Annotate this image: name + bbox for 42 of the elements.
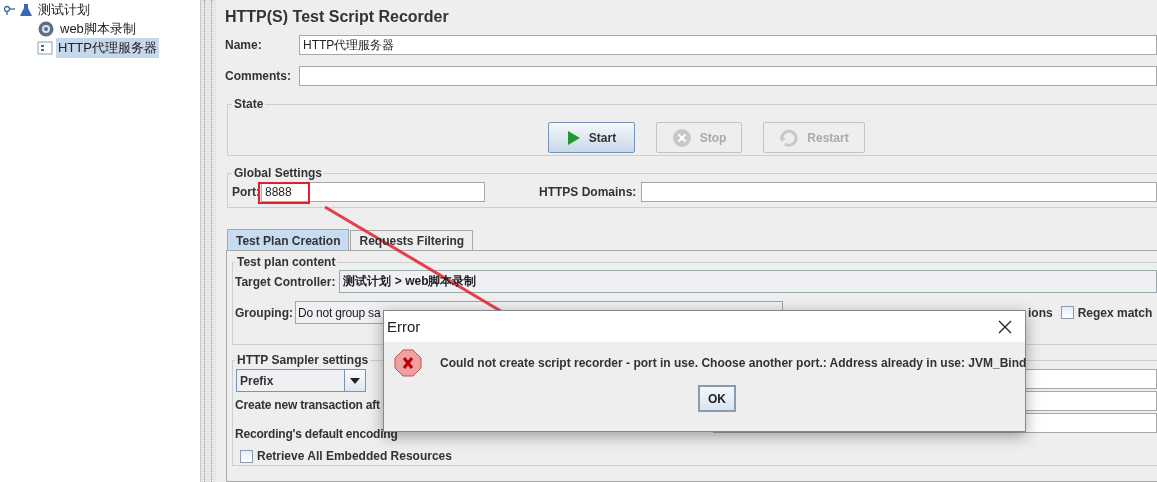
ok-button[interactable]: OK (698, 385, 736, 412)
gear-icon (37, 19, 55, 38)
group-title: State (233, 97, 265, 111)
prefix-select[interactable]: Prefix (236, 369, 366, 392)
field-label: Create new transaction aft (235, 397, 381, 414)
checkbox-label: Retrieve All Embedded Resources (257, 449, 452, 463)
option-label: ions (1028, 305, 1053, 320)
field-label: Grouping: (235, 305, 293, 320)
flask-icon (19, 2, 33, 17)
start-button[interactable]: Start (548, 122, 635, 153)
name-field[interactable]: HTTP代理服务器 (299, 35, 1157, 55)
group-title: Global Settings (233, 166, 323, 180)
tree-item[interactable]: web脚本录制 (58, 18, 138, 39)
dialog-title: Error (387, 318, 421, 335)
https-domains-field[interactable] (641, 182, 1157, 202)
refresh-icon (779, 128, 800, 147)
tree-item[interactable]: HTTP代理服务器 (56, 37, 159, 58)
comments-field[interactable] (299, 66, 1157, 86)
group-title: Test plan content (236, 255, 337, 269)
error-icon (394, 349, 422, 377)
checkbox[interactable] (240, 449, 253, 463)
field-label: HTTPS Domains: (539, 185, 637, 199)
close-icon (998, 319, 1012, 334)
field-label: Comments: (225, 69, 292, 83)
x-circle-icon (671, 127, 692, 148)
field-label: Port: (232, 185, 260, 199)
play-icon (566, 129, 581, 146)
document-icon (37, 39, 53, 56)
field-label: Target Controller: (235, 274, 336, 289)
tree-item[interactable]: 测试计划 (36, 0, 92, 20)
port-field[interactable]: 8888 (261, 182, 485, 202)
field-label: Name: (225, 38, 263, 52)
field-label: Recording's default encoding (235, 426, 398, 443)
panel-title: HTTP(S) Test Script Recorder (225, 7, 450, 27)
error-message: Could not create script recorder - port in use. Choose another port.: Address already in use: JVM_Bind (440, 356, 1027, 370)
checkbox-label: Regex match (1077, 305, 1153, 320)
tree-toggle-icon[interactable] (4, 4, 16, 15)
caret-icon (350, 377, 360, 384)
tab[interactable]: Test Plan Creation (227, 229, 350, 251)
group-title: HTTP Sampler settings (236, 353, 370, 367)
highlight-rectangle (258, 182, 310, 204)
checkbox[interactable] (1060, 306, 1074, 319)
